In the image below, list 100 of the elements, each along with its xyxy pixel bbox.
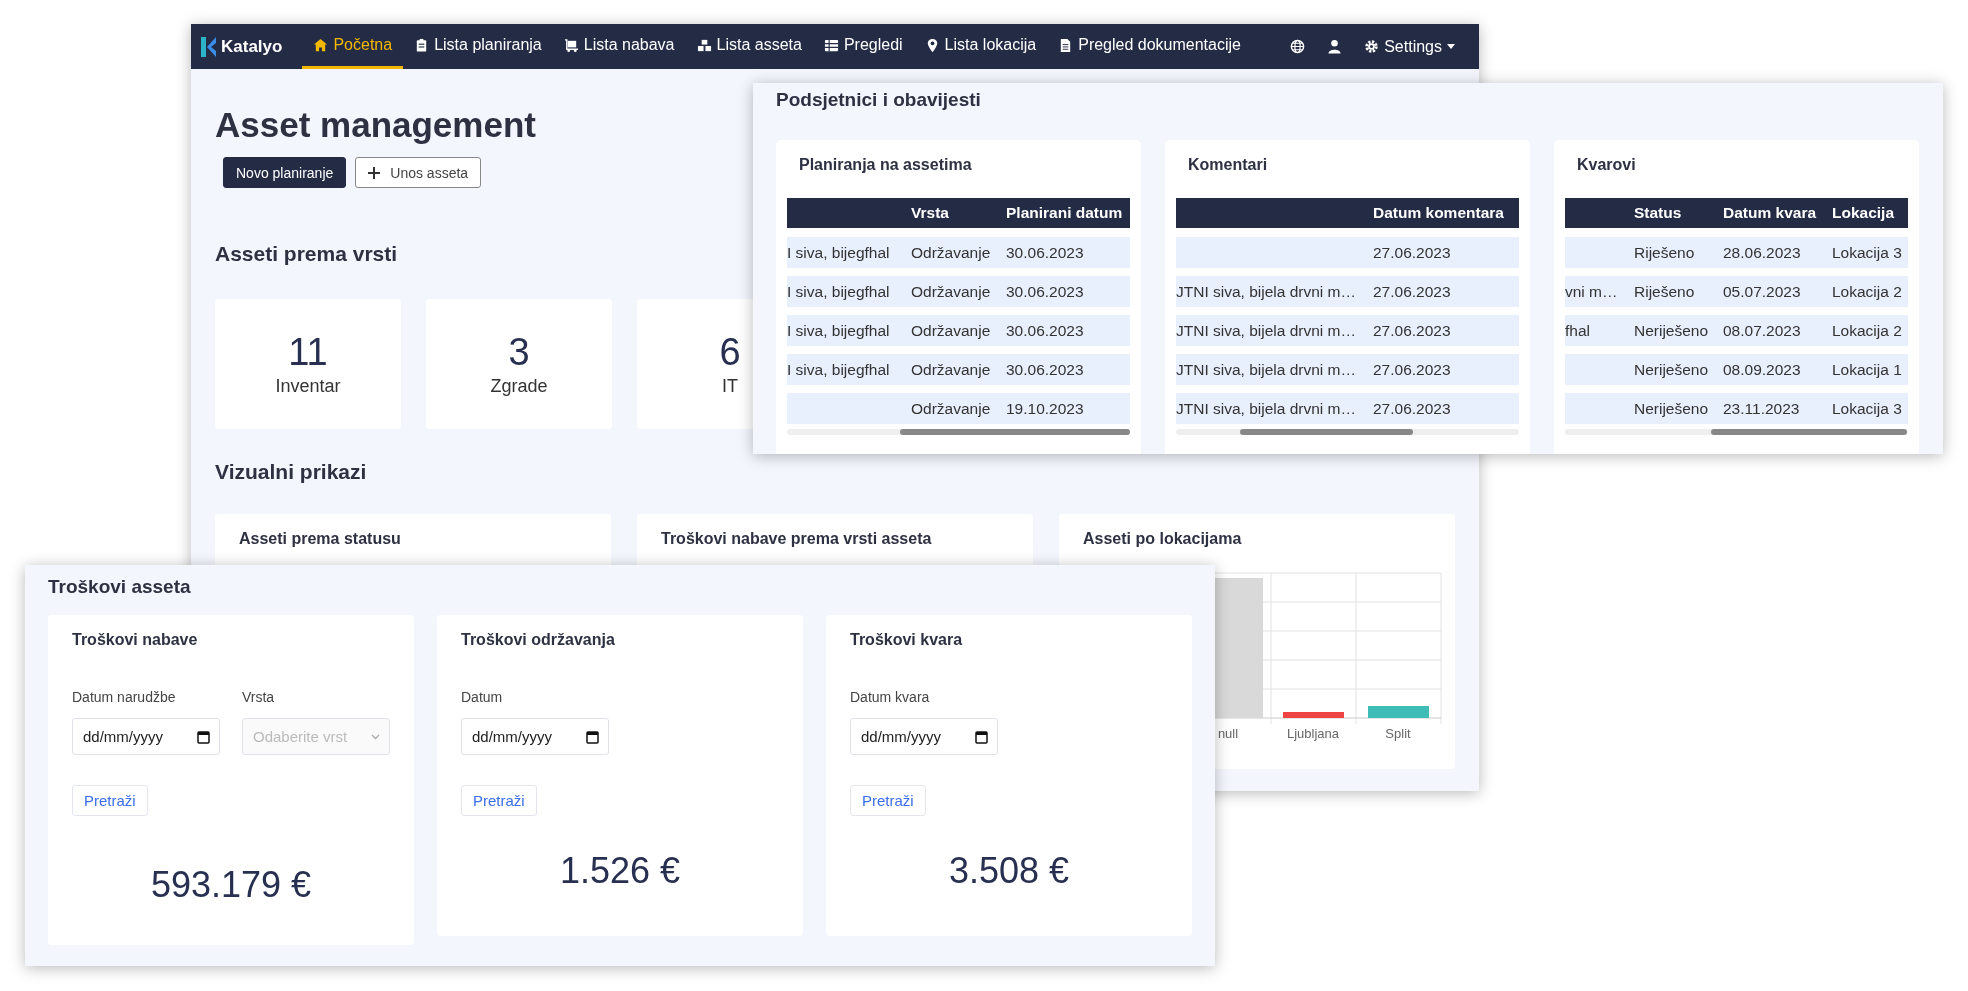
nav-tab[interactable]: Pregledi [812, 24, 914, 69]
table-cell-text: Riješeno [1633, 243, 1696, 262]
table-cell-text: I siva, bijegfhal [787, 243, 891, 262]
chart-bar [1368, 706, 1429, 718]
table-row[interactable]: Neriješeno 08.09.2023 Lokacija 1 [1565, 354, 1908, 385]
card-title: Kvarovi [1576, 155, 1637, 175]
table-cell-text: 27.06.2023 [1372, 360, 1452, 379]
table-row[interactable]: I siva, bijegfhal Održavanje 30.06.2023 [787, 237, 1130, 268]
table-cell-text: Lokacija 2 [1831, 282, 1903, 301]
date-field[interactable]: dd/mm/yyyy [72, 718, 220, 755]
new-planning-button[interactable]: Novo planiranje [223, 157, 347, 188]
table-row[interactable]: Održavanje 19.10.2023 [787, 393, 1130, 424]
table-row[interactable]: fhal Neriješeno 08.07.2023 Lokacija 2 [1565, 315, 1908, 346]
table-cell-text: 27.06.2023 [1372, 243, 1452, 262]
scrollbar-thumb[interactable] [900, 429, 1130, 435]
table-cell-text: JTNI siva, bijela drvni m… [1176, 399, 1357, 418]
boxes-icon [696, 37, 712, 53]
table-row[interactable]: 27.06.2023 [1176, 237, 1519, 268]
axis-label: Ljubljana [1287, 726, 1339, 741]
nav-tab[interactable]: Pregled dokumentacije [1047, 24, 1252, 69]
plus-icon [368, 166, 381, 179]
chart-bar [1283, 712, 1344, 718]
stat-label: IT [722, 376, 738, 397]
column-header: Lokacija [1831, 204, 1896, 222]
caret-icon [1447, 44, 1455, 49]
column-header: Datum kvara [1722, 204, 1818, 222]
table-cell-text: Neriješeno [1633, 321, 1710, 340]
card-title: Troškovi održavanja [461, 630, 616, 650]
chevron-icon [371, 733, 380, 740]
field-label: Datum narudžbe [72, 689, 177, 705]
nav-tab[interactable]: Početna [302, 24, 404, 69]
page-title: Asset management [215, 105, 536, 145]
globe-icon[interactable] [1290, 39, 1306, 54]
date-field[interactable]: dd/mm/yyyy [850, 718, 998, 755]
column-header: Planirani datum [1005, 204, 1124, 222]
calendar-icon [975, 729, 988, 744]
add-asset-button[interactable]: Unos asseta [355, 157, 482, 188]
stat-value: 11 [288, 331, 328, 374]
search-button[interactable]: Pretraži [461, 785, 537, 816]
table-cell-text: 27.06.2023 [1372, 282, 1452, 301]
table-cell-text: 30.06.2023 [1005, 321, 1085, 340]
table-cell-text: I siva, bijegfhal [787, 282, 891, 301]
axis-label: null [1217, 726, 1239, 741]
table-cell-text: 28.06.2023 [1722, 243, 1802, 262]
table-cell-text: 27.06.2023 [1372, 399, 1452, 418]
column-header: Vrsta [910, 204, 950, 222]
table-row[interactable]: Neriješeno 23.11.2023 Lokacija 3 [1565, 393, 1908, 424]
table-row[interactable]: vni m… Riješeno 05.07.2023 Lokacija 2 [1565, 276, 1908, 307]
table-row[interactable]: I siva, bijegfhal Održavanje 30.06.2023 [787, 315, 1130, 346]
card-title: Komentari [1187, 155, 1269, 175]
cart-icon [563, 37, 579, 53]
table-cell-text: Neriješeno [1633, 399, 1710, 418]
nav-tab[interactable]: Lista lokacija [913, 24, 1048, 69]
table-cell-text: I siva, bijegfhal [787, 321, 891, 340]
table-cell-text: 05.07.2023 [1722, 282, 1802, 301]
card-title: Asseti po lokacijama [1082, 529, 1243, 549]
field-label: Vrsta [242, 689, 276, 705]
nav-tab[interactable]: Lista planiranja [403, 24, 553, 69]
search-button[interactable]: Pretraži [850, 785, 926, 816]
stat-label: Inventar [275, 376, 341, 397]
nav-tab[interactable]: Lista nabava [552, 24, 686, 69]
table-row[interactable]: JTNI siva, bijela drvni m… 27.06.2023 [1176, 354, 1519, 385]
axis-label: Split [1385, 726, 1411, 741]
settings-menu[interactable]: Settings [1364, 37, 1455, 56]
card-title: Troškovi kvara [850, 630, 964, 650]
field-label: Datum kvara [850, 689, 931, 705]
nav-tab[interactable]: Lista asseta [685, 24, 813, 69]
table-cell-text: 08.09.2023 [1722, 360, 1802, 379]
table-cell-text: 08.07.2023 [1722, 321, 1802, 340]
table-cell-text: Riješeno [1633, 282, 1696, 301]
stat-label: Zgrade [490, 376, 548, 397]
stat-value: 3 [508, 331, 530, 374]
table-row[interactable]: JTNI siva, bijela drvni m… 27.06.2023 [1176, 276, 1519, 307]
table-cell-text: fhal [1565, 321, 1591, 340]
table-cell-text: vni m… [1565, 282, 1619, 301]
table-row[interactable]: JTNI siva, bijela drvni m… 27.06.2023 [1176, 393, 1519, 424]
table-row[interactable]: Riješeno 28.06.2023 Lokacija 3 [1565, 237, 1908, 268]
table-cell-text: 30.06.2023 [1005, 282, 1085, 301]
user-icon[interactable] [1327, 39, 1343, 54]
scrollbar-thumb[interactable] [1711, 429, 1907, 435]
table-row[interactable]: I siva, bijegfhal Održavanje 30.06.2023 [787, 354, 1130, 385]
table-cell-text: Lokacija 1 [1831, 360, 1903, 379]
table-cell-text: Lokacija 3 [1831, 399, 1903, 418]
stat-value: 6 [719, 331, 741, 374]
table-cell-text: Održavanje [910, 360, 992, 379]
table-row[interactable]: I siva, bijegfhal Održavanje 30.06.2023 [787, 276, 1130, 307]
field-label: Datum [461, 689, 504, 705]
section-title: Vizualni prikazi [215, 459, 367, 485]
column-header: Status [1633, 204, 1683, 222]
section-title: Asseti prema vrsti [215, 241, 398, 267]
table-cell-text: 30.06.2023 [1005, 360, 1085, 379]
table-cell-text: Održavanje [910, 282, 992, 301]
search-button[interactable]: Pretraži [72, 785, 148, 816]
panel-title: Podsjetnici i obavijesti [776, 88, 982, 112]
brand-name[interactable]: Katalyo [221, 36, 283, 57]
card-title: Troškovi nabave prema vrsti asseta [660, 529, 933, 549]
date-field[interactable]: dd/mm/yyyy [461, 718, 609, 755]
table-row[interactable]: JTNI siva, bijela drvni m… 27.06.2023 [1176, 315, 1519, 346]
table-cell-text: Održavanje [910, 321, 992, 340]
scrollbar-thumb[interactable] [1240, 429, 1413, 435]
